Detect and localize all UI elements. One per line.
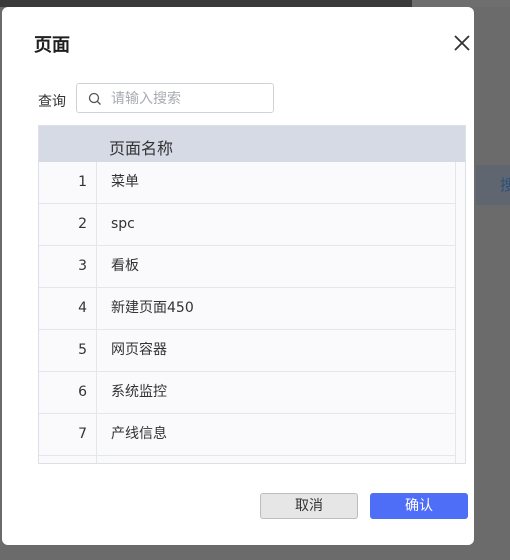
- table-row[interactable]: 6 系统监控: [39, 372, 455, 414]
- table-row[interactable]: 7 产线信息: [39, 414, 455, 456]
- row-index: 2: [39, 204, 97, 245]
- table-row[interactable]: 5 网页容器: [39, 330, 455, 372]
- row-index: 4: [39, 288, 97, 329]
- search-box[interactable]: [76, 83, 274, 113]
- confirm-button[interactable]: 确认: [370, 493, 468, 519]
- column-header-page-name: 页面名称: [109, 139, 174, 158]
- row-index: 7: [39, 414, 97, 455]
- pages-table: 页面名称 1 菜单 2 spc 3 看板 4 新建页面450 5 网页容器 6 系统监控 7…: [38, 125, 466, 464]
- row-page-name: 网页容器: [111, 342, 167, 358]
- row-index: 6: [39, 372, 97, 413]
- row-index: 3: [39, 246, 97, 287]
- table-scrollbar[interactable]: [455, 162, 465, 463]
- table-row[interactable]: 4 新建页面450: [39, 288, 455, 330]
- table-row[interactable]: 1 菜单: [39, 162, 455, 204]
- cancel-button[interactable]: 取消: [260, 493, 358, 519]
- row-page-name: 产线信息: [111, 426, 167, 442]
- table-body: 1 菜单 2 spc 3 看板 4 新建页面450 5 网页容器 6 系统监控 7 产线信息: [39, 162, 455, 463]
- page-select-dialog: 页面 查询 页面名称 1 菜单 2 spc 3 看板 4 新建页面450 5 网页容器 6…: [2, 7, 474, 545]
- search-icon: [88, 92, 101, 105]
- table-row[interactable]: [39, 456, 455, 463]
- background-fragment-text: 搜: [500, 176, 510, 194]
- row-index: [39, 456, 97, 463]
- table-row[interactable]: 2 spc: [39, 204, 455, 246]
- query-label: 查询: [38, 94, 66, 110]
- row-index: 5: [39, 330, 97, 371]
- dialog-title: 页面: [34, 35, 70, 56]
- row-page-name: 新建页面450: [111, 300, 194, 316]
- table-header: 页面名称: [39, 126, 465, 162]
- close-icon[interactable]: [450, 31, 474, 55]
- table-row[interactable]: 3 看板: [39, 246, 455, 288]
- row-page-name: 看板: [111, 258, 139, 274]
- row-index: 1: [39, 162, 97, 203]
- background-topbar: [0, 0, 510, 7]
- search-input[interactable]: [109, 88, 273, 110]
- row-page-name: 菜单: [111, 174, 139, 190]
- row-page-name: spc: [111, 216, 135, 232]
- row-page-name: 系统监控: [111, 384, 167, 400]
